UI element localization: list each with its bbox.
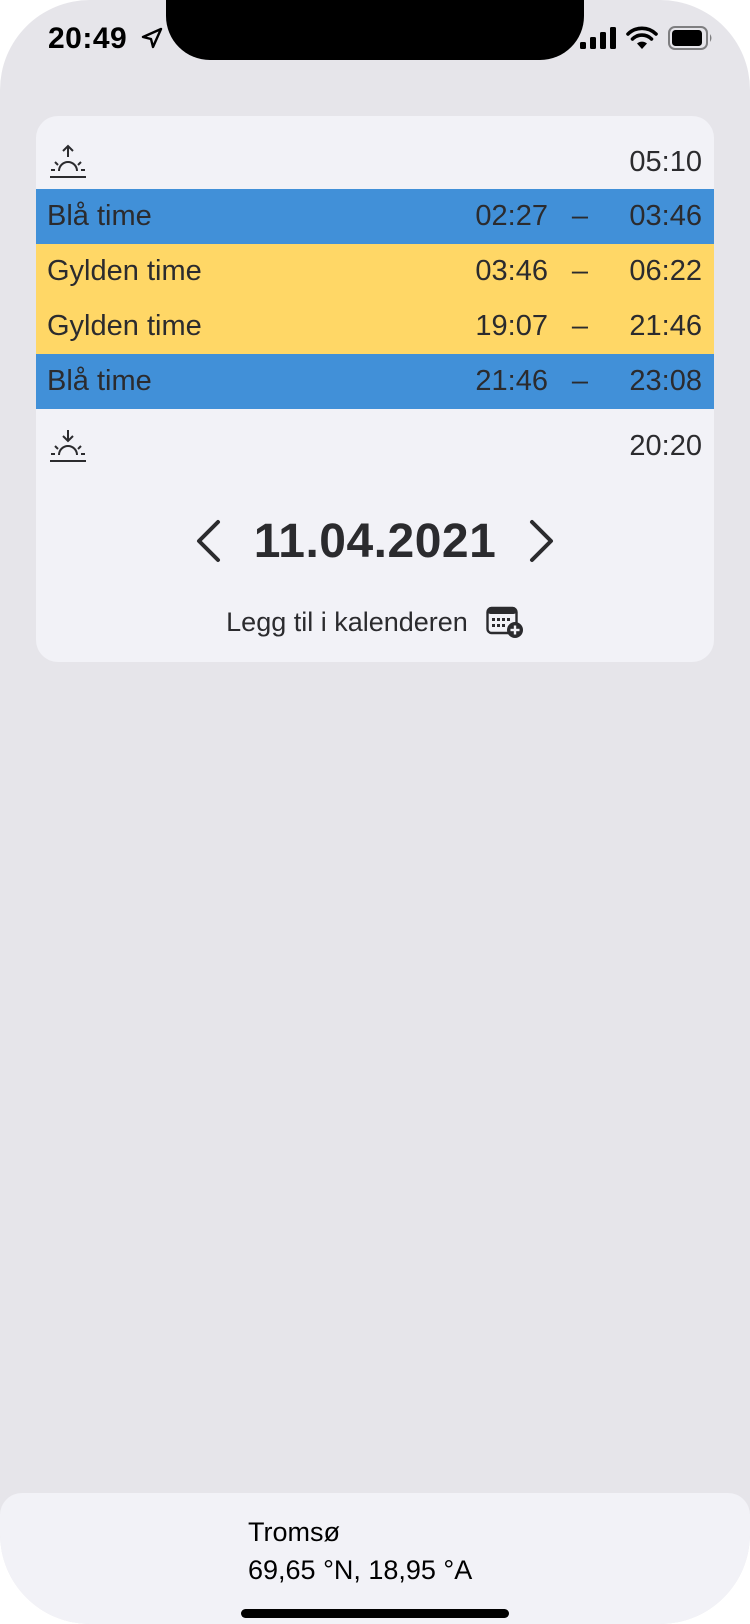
screen: 20:49 05:10 Blå time 02:27 – 03:46 Gylde… bbox=[0, 0, 750, 1624]
period-label: Blå time bbox=[47, 365, 152, 397]
home-indicator bbox=[241, 1609, 509, 1618]
location-coordinates: 69,65 °N, 18,95 °A bbox=[248, 1555, 473, 1585]
period-dash: – bbox=[571, 365, 589, 397]
period-label: Blå time bbox=[47, 200, 152, 232]
location-city: Tromsø bbox=[248, 1517, 340, 1547]
period-dash: – bbox=[571, 200, 589, 232]
status-icons bbox=[580, 26, 714, 50]
previous-day-button[interactable] bbox=[186, 511, 230, 571]
period-start: 19:07 bbox=[475, 310, 548, 342]
golden-hour-card: 05:10 Blå time 02:27 – 03:46 Gylden time… bbox=[36, 116, 714, 662]
notch bbox=[166, 0, 584, 60]
sunset-icon bbox=[50, 430, 86, 462]
period-end: 03:46 bbox=[629, 200, 702, 232]
period-label: Gylden time bbox=[47, 310, 202, 342]
sunrise-time: 05:10 bbox=[629, 145, 702, 178]
next-day-button[interactable] bbox=[520, 511, 564, 571]
selected-date: 11.04.2021 bbox=[253, 514, 497, 568]
period-row: Blå time 21:46 – 23:08 bbox=[36, 354, 714, 409]
calendar-add-icon bbox=[486, 606, 523, 638]
period-label: Gylden time bbox=[47, 255, 202, 287]
sunrise-icon bbox=[50, 144, 86, 178]
add-to-calendar-label: Legg til i kalenderen bbox=[226, 606, 468, 637]
period-dash: – bbox=[571, 310, 589, 342]
period-end: 21:46 bbox=[629, 310, 702, 342]
period-row: Blå time 02:27 – 03:46 bbox=[36, 189, 714, 244]
sunrise-row: 05:10 bbox=[36, 126, 714, 198]
period-end: 23:08 bbox=[629, 365, 702, 397]
location-panel[interactable]: Tromsø 69,65 °N, 18,95 °A bbox=[0, 1493, 750, 1624]
date-navigator: 11.04.2021 bbox=[36, 506, 714, 576]
period-row: Gylden time 03:46 – 06:22 bbox=[36, 244, 714, 299]
add-to-calendar-button[interactable]: Legg til i kalenderen bbox=[36, 600, 714, 644]
status-time: 20:49 bbox=[48, 22, 128, 55]
location-arrow-icon bbox=[141, 27, 163, 49]
period-start: 03:46 bbox=[475, 255, 548, 287]
period-start: 21:46 bbox=[475, 365, 548, 397]
battery-icon bbox=[668, 26, 712, 50]
period-end: 06:22 bbox=[629, 255, 702, 287]
chevron-left-icon bbox=[196, 520, 220, 562]
signal-icon bbox=[580, 27, 616, 49]
sunset-time: 20:20 bbox=[629, 429, 702, 462]
sunset-row: 20:20 bbox=[36, 410, 714, 482]
chevron-right-icon bbox=[530, 520, 554, 562]
period-dash: – bbox=[571, 255, 589, 287]
period-row: Gylden time 19:07 – 21:46 bbox=[36, 299, 714, 354]
wifi-icon bbox=[626, 26, 658, 49]
period-start: 02:27 bbox=[475, 200, 548, 232]
